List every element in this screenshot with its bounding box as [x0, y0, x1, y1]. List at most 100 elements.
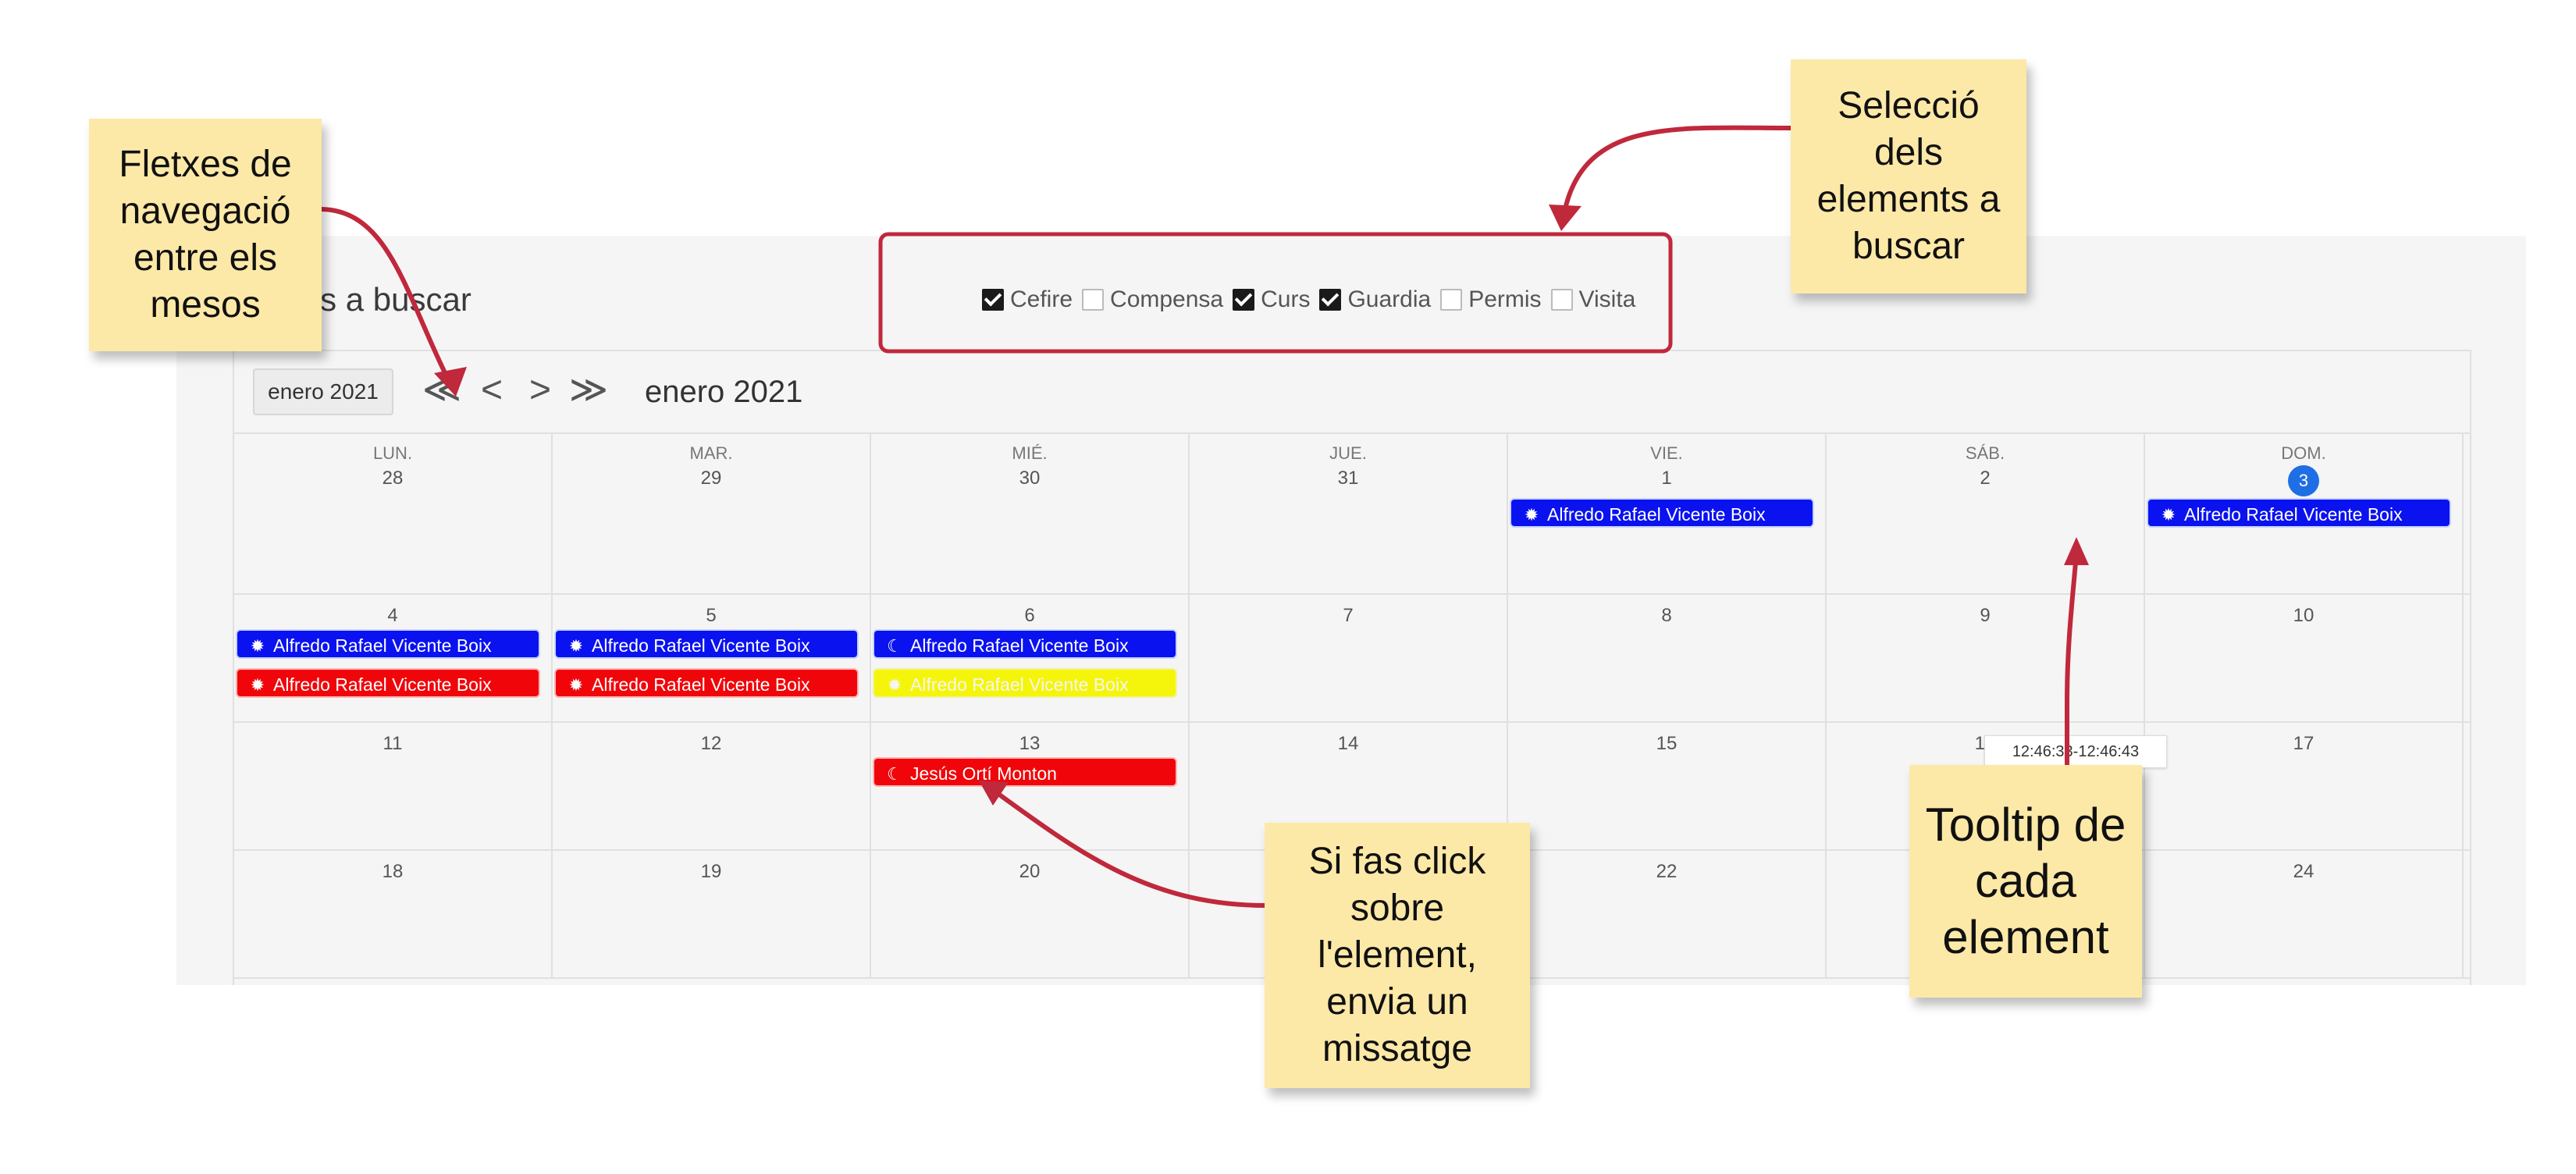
day-cell[interactable]: 10	[2145, 595, 2464, 721]
day-number-text: 19	[700, 861, 722, 882]
day-cell[interactable]: DOM. 3 ✹ Alfredo Rafael Vicente Boix	[2145, 432, 2464, 593]
filter-label: Cefire	[1010, 286, 1073, 312]
day-cell[interactable]: MAR. 29	[553, 432, 871, 593]
checkbox[interactable]	[1550, 289, 1573, 311]
day-number-text: 20	[1019, 861, 1041, 882]
day-number: 24	[2145, 859, 2462, 885]
day-cell[interactable]: 8	[1508, 595, 1827, 721]
day-number-text: 10	[2293, 605, 2314, 626]
day-cell[interactable]: 22	[1508, 851, 1827, 977]
filter-curs[interactable]: Curs	[1233, 286, 1310, 313]
sticky-note-text: Selecció dels elements a buscar	[1816, 85, 2001, 267]
day-cell[interactable]: 24	[2145, 851, 2464, 977]
day-cell[interactable]: 19	[553, 851, 871, 977]
next-month-arrow-icon[interactable]: >	[520, 365, 560, 415]
filter-label: Visita	[1578, 286, 1636, 312]
day-cell[interactable]: MIÉ. 30	[871, 432, 1190, 593]
last-month-arrow-icon[interactable]: ≫	[568, 365, 609, 415]
day-cell[interactable]: 15	[1508, 723, 1827, 849]
calendar-event[interactable]: ✹ Alfredo Rafael Vicente Boix	[873, 668, 1177, 698]
weekday-label: MIÉ.	[1012, 443, 1048, 463]
day-number: 14	[1190, 731, 1507, 757]
calendar-event[interactable]: ✹ Alfredo Rafael Vicente Boix	[554, 629, 859, 659]
sticky-note-text: Fletxes de navegació entre els mesos	[119, 144, 292, 326]
event-label: Alfredo Rafael Vicente Boix	[910, 674, 1129, 695]
moon-icon: ☾	[887, 636, 902, 656]
month-picker-button[interactable]: enero 2021	[253, 368, 393, 415]
day-number: 4	[234, 603, 551, 629]
day-cell[interactable]: 18	[234, 851, 553, 977]
calendar-event[interactable]: ✹ Alfredo Rafael Vicente Boix	[2147, 498, 2451, 528]
day-number-text: 30	[1019, 468, 1041, 489]
day-number: 15	[1508, 731, 1825, 757]
weekday-label: LUN.	[372, 443, 413, 463]
calendar-event[interactable]: ✹ Alfredo Rafael Vicente Boix	[554, 668, 859, 698]
day-number: 6	[871, 603, 1188, 629]
calendar-toolbar: enero 2021 ≪ < > ≫ enero 2021	[234, 351, 2470, 434]
filter-cefire[interactable]: Cefire	[982, 286, 1073, 313]
day-number-text: 18	[382, 861, 404, 882]
filter-visita[interactable]: Visita	[1550, 286, 1636, 313]
calendar-event[interactable]: ☾ Alfredo Rafael Vicente Boix	[873, 629, 1177, 659]
filter-label: Curs	[1261, 286, 1311, 312]
day-number: 5	[553, 603, 870, 629]
weekday-label: MAR.	[689, 443, 733, 463]
calendar-event[interactable]: ✹ Alfredo Rafael Vicente Boix	[236, 668, 540, 698]
checkbox[interactable]	[982, 289, 1004, 311]
day-cell[interactable]: 20	[871, 851, 1190, 977]
day-cell[interactable]: 11	[234, 723, 553, 849]
first-month-arrow-icon[interactable]: ≪	[422, 365, 462, 415]
day-number-text: 22	[1656, 861, 1678, 882]
event-label: Alfredo Rafael Vicente Boix	[273, 635, 492, 656]
event-label: Alfredo Rafael Vicente Boix	[592, 674, 810, 695]
day-cell[interactable]: VIE. 1 ✹ Alfredo Rafael Vicente Boix	[1508, 432, 1827, 593]
day-cell[interactable]: 5 ✹ Alfredo Rafael Vicente Boix ✹ Alfredo Ra…	[553, 595, 871, 721]
day-number: 29	[553, 465, 870, 492]
day-number: 20	[871, 859, 1188, 885]
day-number: 12	[553, 731, 870, 757]
filter-bar: Cefire Compensa Curs Guardia Permis Visi…	[982, 276, 1640, 323]
day-number-text: 6	[1024, 605, 1035, 626]
day-number-text: 3	[2288, 465, 2319, 496]
day-number-text: 1	[1661, 468, 1672, 489]
calendar-event[interactable]: ✹ Alfredo Rafael Vicente Boix	[236, 629, 540, 659]
day-cell[interactable]: 9	[1827, 595, 2145, 721]
day-number-text: 8	[1661, 605, 1672, 626]
filter-label: Permis	[1468, 286, 1542, 312]
day-number: 9	[1827, 603, 2144, 629]
day-number-text: 5	[706, 605, 717, 626]
sticky-note-tooltip: Tooltip de cada element	[1909, 765, 2142, 998]
calendar-event[interactable]: ☾ Jesús Ortí Monton	[873, 757, 1177, 787]
filter-permis[interactable]: Permis	[1440, 286, 1542, 313]
day-cell[interactable]: 12	[553, 723, 871, 849]
gear-icon: ✹	[250, 636, 265, 656]
gear-icon: ✹	[1524, 505, 1539, 525]
checkbox[interactable]	[1233, 289, 1255, 311]
day-cell[interactable]: 17	[2145, 723, 2464, 849]
day-cell[interactable]: 4 ✹ Alfredo Rafael Vicente Boix ✹ Alfredo Ra…	[234, 595, 553, 721]
filter-arrow-line	[1562, 125, 1793, 213]
day-number-text: 24	[2293, 861, 2314, 882]
day-cell[interactable]: 7	[1190, 595, 1508, 721]
day-cell[interactable]: LUN. 28	[234, 432, 553, 593]
checkbox[interactable]	[1440, 289, 1463, 311]
day-number: 22	[1508, 859, 1825, 885]
day-cell[interactable]: 6 ☾ Alfredo Rafael Vicente Boix ✹ Alfredo Ra…	[871, 595, 1190, 721]
day-number-text: 14	[1337, 733, 1359, 754]
checkbox[interactable]	[1319, 289, 1342, 311]
filter-label: Guardia	[1347, 286, 1432, 312]
day-number-text: 29	[700, 468, 722, 489]
prev-month-arrow-icon[interactable]: <	[471, 365, 512, 415]
day-cell[interactable]: JUE. 31	[1190, 432, 1508, 593]
day-cell[interactable]: 13 ☾ Jesús Ortí Monton	[871, 723, 1190, 849]
day-number: 2	[1827, 465, 2144, 492]
filter-compensa[interactable]: Compensa	[1082, 286, 1223, 313]
checkbox[interactable]	[1082, 289, 1105, 311]
filter-label: Compensa	[1110, 286, 1224, 312]
filter-guardia[interactable]: Guardia	[1319, 286, 1431, 313]
calendar-event[interactable]: ✹ Alfredo Rafael Vicente Boix	[1510, 498, 1814, 528]
day-number: 1	[1508, 465, 1825, 492]
weekday-label: VIE.	[1650, 443, 1683, 463]
event-label: Alfredo Rafael Vicente Boix	[2184, 504, 2403, 525]
day-cell[interactable]: SÁB. 2	[1827, 432, 2145, 593]
